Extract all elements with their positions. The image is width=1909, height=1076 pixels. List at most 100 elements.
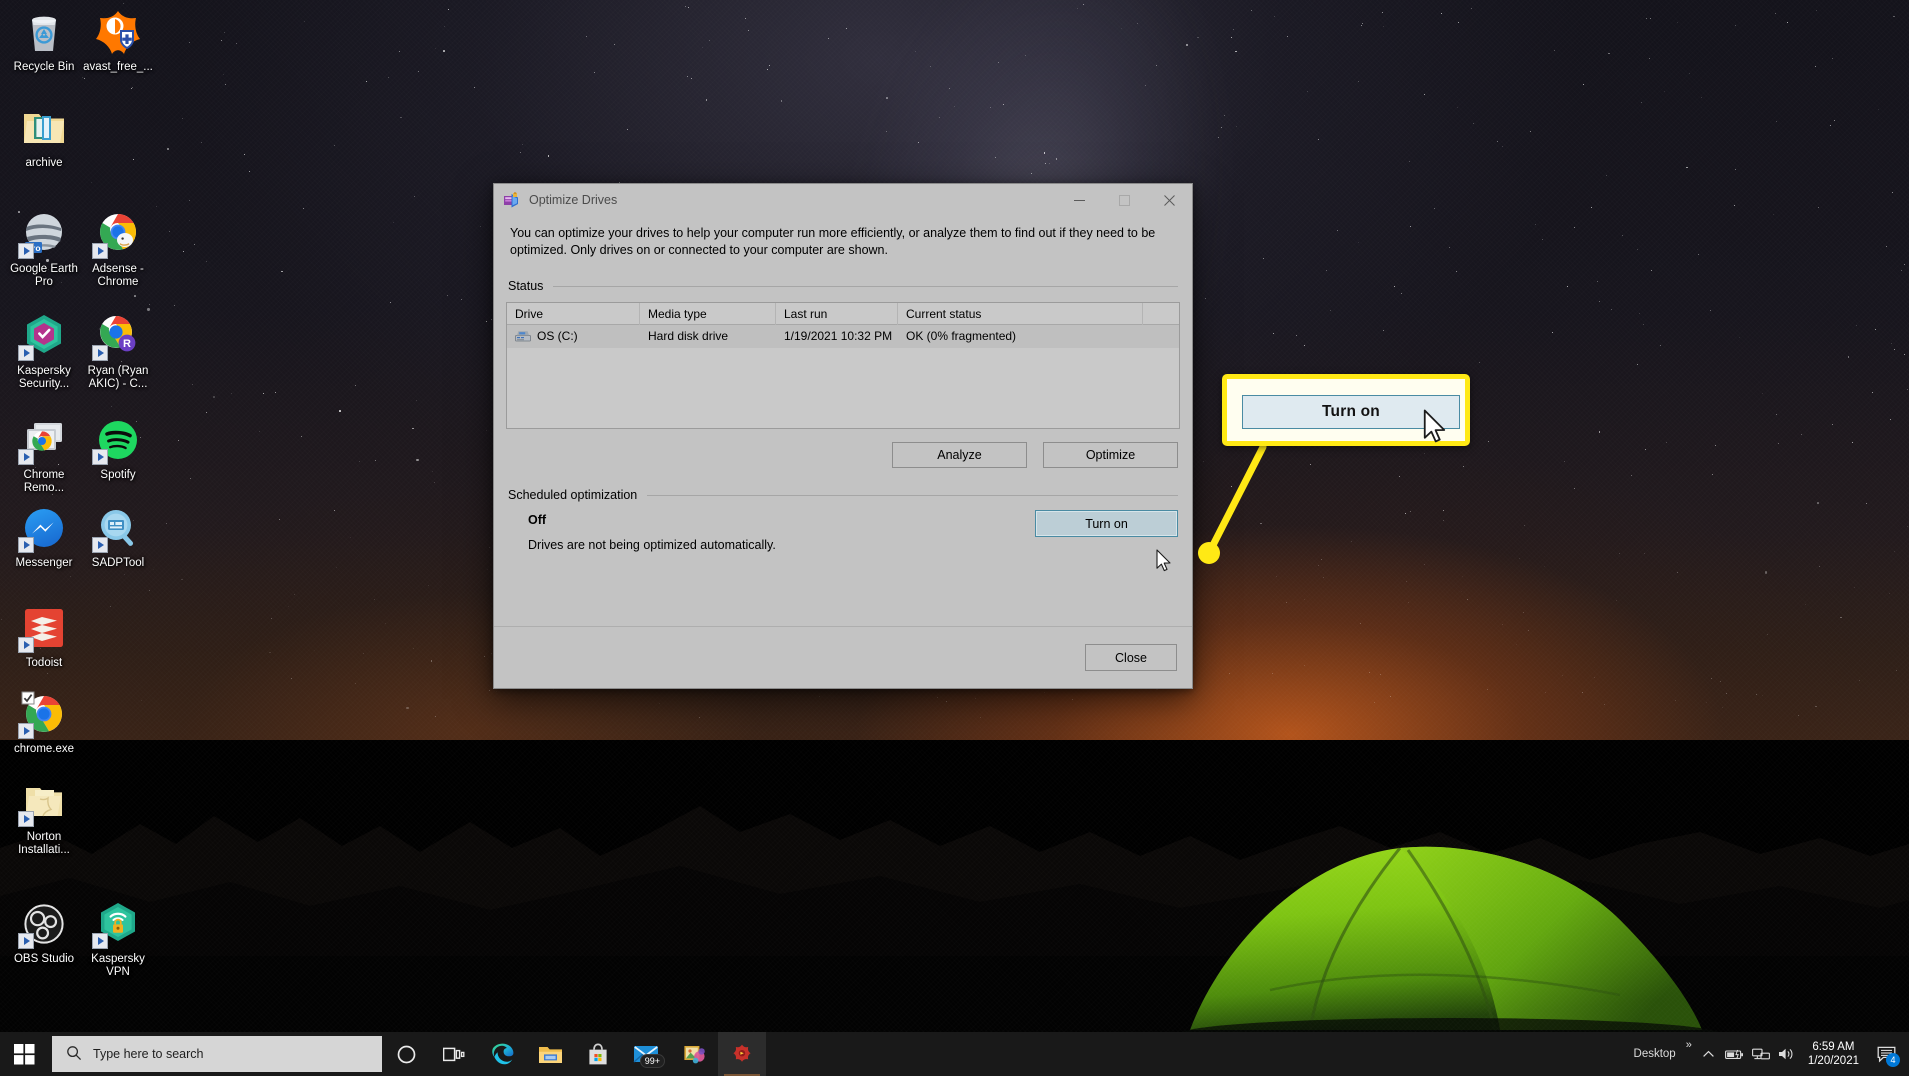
status-section-header: Status — [506, 279, 1180, 293]
taskbar-item-file-explorer[interactable] — [526, 1032, 574, 1076]
taskbar-item-microsoft-store[interactable] — [574, 1032, 622, 1076]
callout-turn-on-button-replica[interactable]: Turn on — [1242, 395, 1460, 429]
desktop-icon-obs-studio[interactable]: OBS Studio — [6, 900, 82, 966]
desktop-icon-label: archive — [25, 157, 63, 169]
desktop-icon-kaspersky-security[interactable]: Kaspersky Security... — [6, 312, 82, 391]
status-heading: Status — [508, 279, 544, 293]
folder-archive-icon — [20, 104, 68, 152]
volume-icon[interactable] — [1774, 1032, 1800, 1076]
optimize-drives-dialog[interactable]: Optimize Drives You can optimize your dr… — [493, 183, 1193, 689]
taskbar-item-photos[interactable] — [670, 1032, 718, 1076]
shortcut-arrow-icon — [92, 933, 108, 949]
search-icon — [66, 1045, 82, 1064]
shortcut-arrow-icon — [92, 537, 108, 553]
taskbar-item-microsoft-edge[interactable] — [478, 1032, 526, 1076]
desktop-icon-label: Kaspersky VPN — [91, 953, 145, 978]
desktop-icon-folder-archive[interactable]: archive — [6, 104, 82, 170]
maximize-button[interactable] — [1102, 184, 1147, 216]
desktop-icon-kaspersky-vpn[interactable]: Kaspersky VPN — [80, 900, 156, 979]
turn-on-button[interactable]: Turn on — [1035, 510, 1178, 537]
status-divider — [553, 285, 1178, 287]
desktop-icon-google-earth[interactable]: Pro Google Earth Pro — [6, 210, 82, 289]
desktop-icon-sadptool[interactable]: SADPTool — [80, 504, 156, 570]
system-tray: Desktop » 6:59 AM 1/20/2021 4 — [1628, 1032, 1909, 1076]
shortcut-arrow-icon — [18, 345, 34, 361]
taskbar-item-task-view[interactable] — [430, 1032, 478, 1076]
desktop-icon-messenger[interactable]: Messenger — [6, 504, 82, 570]
close-window-button[interactable] — [1147, 184, 1192, 216]
svg-text:R: R — [123, 338, 131, 350]
sadptool-icon — [92, 504, 142, 553]
minimize-button[interactable] — [1057, 184, 1102, 216]
chevron-up-icon[interactable] — [1696, 1032, 1722, 1076]
obs-studio-icon — [18, 900, 68, 949]
search-placeholder: Type here to search — [93, 1047, 204, 1061]
desktop-icon-recycle-bin[interactable]: Recycle Bin — [6, 8, 82, 74]
shortcut-arrow-icon — [18, 933, 34, 949]
drive-action-buttons: Analyze Optimize — [506, 442, 1180, 468]
desktop-icon-avast[interactable]: avast_free_... — [80, 8, 156, 74]
shortcut-arrow-icon — [18, 449, 34, 465]
tray-desktop-label[interactable]: Desktop — [1628, 1048, 1682, 1060]
column-header-drive[interactable]: Drive — [507, 302, 640, 325]
taskbar[interactable]: Type here to search 99+ Desktop » 6:59 A… — [0, 1032, 1909, 1076]
desktop-icon-label: Ryan (Ryan AKIC) - C... — [87, 365, 149, 390]
analyze-button[interactable]: Analyze — [892, 442, 1027, 468]
notifications-button[interactable]: 4 — [1869, 1032, 1903, 1076]
clock-time: 6:59 AM — [1812, 1041, 1855, 1053]
chrome-shortcut-icon — [92, 210, 142, 259]
desktop-icon-folder-norton[interactable]: Norton Installati... — [6, 778, 82, 857]
kaspersky-security-icon — [18, 312, 68, 361]
dialog-intro-text: You can optimize your drives to help you… — [510, 226, 1156, 257]
desktop-icon-label: Recycle Bin — [13, 61, 75, 73]
taskbar-item-optimize-drives[interactable] — [718, 1032, 766, 1076]
start-button[interactable] — [0, 1032, 48, 1076]
desktop-icon-chrome-profile[interactable]: R Ryan (Ryan AKIC) - C... — [80, 312, 156, 391]
shortcut-arrow-icon — [18, 637, 34, 653]
google-earth-icon: Pro — [18, 210, 68, 259]
search-input[interactable]: Type here to search — [52, 1036, 382, 1072]
desktop-icon-chrome-shortcut[interactable]: Adsense - Chrome — [80, 210, 156, 289]
close-button[interactable]: Close — [1085, 644, 1177, 671]
taskbar-item-mail[interactable]: 99+ — [622, 1032, 670, 1076]
shortcut-arrow-icon — [18, 723, 34, 739]
shortcut-arrow-icon — [92, 243, 108, 259]
table-row[interactable]: OS (C:) Hard disk drive 1/19/2021 10:32 … — [507, 325, 1179, 348]
desktop-icon-todoist[interactable]: Todoist — [6, 604, 82, 670]
avast-icon — [94, 8, 142, 56]
desktop-icon-chrome-remote-desktop[interactable]: Chrome Remo... — [6, 416, 82, 495]
desktop-icon-label: SADPTool — [91, 557, 145, 569]
column-header-current-status[interactable]: Current status — [898, 302, 1143, 325]
clock[interactable]: 6:59 AM 1/20/2021 — [1800, 1040, 1869, 1068]
taskbar-item-cortana[interactable] — [382, 1032, 430, 1076]
desktop-icon-label: Todoist — [25, 657, 63, 669]
drive-list[interactable]: Drive Media type Last run Current status — [506, 302, 1180, 429]
optimize-drives-app-icon — [503, 191, 520, 209]
column-header-media-type[interactable]: Media type — [640, 302, 776, 325]
dialog-body: You can optimize your drives to help you… — [494, 216, 1192, 573]
desktop-icon-chrome[interactable]: chrome.exe — [6, 690, 82, 756]
desktop-icon-spotify[interactable]: Spotify — [80, 416, 156, 482]
messenger-icon — [18, 504, 68, 553]
scheduled-divider — [647, 494, 1178, 496]
dialog-titlebar[interactable]: Optimize Drives — [494, 184, 1192, 216]
todoist-icon — [18, 604, 68, 653]
shortcut-arrow-icon — [92, 345, 108, 361]
desktop-icon-label: Chrome Remo... — [23, 469, 65, 494]
desktop[interactable]: Recycle Bin avast_free_...archive Pro Googl… — [0, 0, 1909, 1076]
kaspersky-vpn-icon — [92, 900, 142, 949]
tray-overflow-label[interactable]: » — [1682, 1039, 1696, 1051]
chrome-icon — [18, 690, 68, 739]
cell-media-type: Hard disk drive — [648, 329, 729, 343]
desktop-icon-label: Google Earth Pro — [10, 263, 78, 288]
battery-icon[interactable] — [1722, 1032, 1748, 1076]
shortcut-arrow-icon — [18, 537, 34, 553]
mail-badge-count: 99+ — [639, 1054, 665, 1068]
network-icon[interactable] — [1748, 1032, 1774, 1076]
dialog-footer: Close — [494, 626, 1192, 688]
optimize-button[interactable]: Optimize — [1043, 442, 1178, 468]
desktop-icon-label: chrome.exe — [13, 743, 75, 755]
column-header-last-run[interactable]: Last run — [776, 302, 898, 325]
desktop-icon-label: Kaspersky Security... — [17, 365, 71, 390]
callout-turn-on-label: Turn on — [1322, 403, 1380, 420]
